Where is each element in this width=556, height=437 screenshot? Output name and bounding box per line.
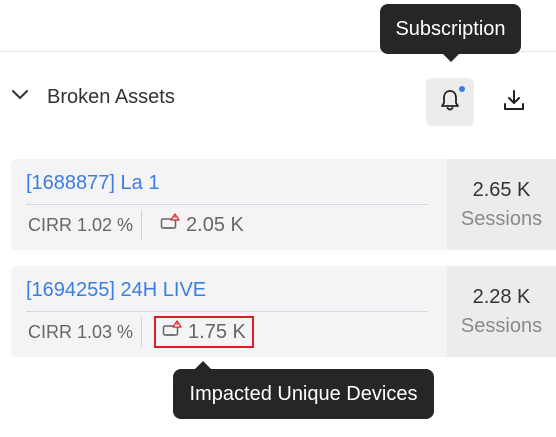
tooltip-text: Impacted Unique Devices — [189, 382, 418, 405]
divider — [26, 204, 428, 205]
download-icon — [502, 88, 526, 117]
divider — [141, 210, 143, 240]
sessions-value: 2.28 K — [472, 285, 531, 308]
device-alert-icon — [160, 213, 180, 237]
sessions-panel: 2.28 K Sessions — [447, 266, 556, 357]
notification-dot — [459, 86, 465, 92]
asset-name-link[interactable]: [1694255] 24H LIVE — [26, 279, 206, 302]
divider — [141, 317, 143, 347]
impacted-devices[interactable]: 2.05 K — [154, 211, 250, 239]
sessions-panel: 2.65 K Sessions — [447, 159, 556, 250]
cirr-value: CIRR 1.02 % — [28, 214, 134, 235]
device-alert-icon — [162, 320, 182, 344]
impacted-devices[interactable]: 1.75 K — [154, 316, 254, 348]
sessions-value: 2.65 K — [472, 178, 531, 201]
cirr-value: CIRR 1.03 % — [28, 321, 134, 342]
asset-name-link[interactable]: [1688877] La 1 — [26, 172, 159, 195]
asset-card[interactable]: [1688877] La 1 CIRR 1.02 % 2.05 K 2.65 K… — [11, 159, 556, 250]
asset-metrics: CIRR 1.02 % 2.05 K — [28, 207, 250, 243]
asset-card[interactable]: [1694255] 24H LIVE CIRR 1.03 % 1.75 K 2.… — [11, 266, 556, 357]
impacted-devices-value: 1.75 K — [188, 320, 246, 343]
impacted-devices-value: 2.05 K — [186, 213, 244, 236]
tooltip-text: Subscription — [395, 17, 506, 40]
asset-metrics: CIRR 1.03 % 1.75 K — [28, 314, 254, 350]
subscription-tooltip: Subscription — [380, 4, 521, 62]
section-header: Broken Assets — [0, 78, 556, 126]
chevron-down-icon[interactable] — [11, 86, 29, 104]
impacted-devices-tooltip: Impacted Unique Devices — [173, 361, 434, 419]
download-button[interactable] — [490, 78, 538, 126]
divider — [26, 311, 428, 312]
asset-card-main: [1694255] 24H LIVE CIRR 1.03 % 1.75 K — [11, 266, 447, 357]
sessions-label: Sessions — [460, 314, 543, 337]
bell-icon — [439, 88, 461, 117]
sessions-label: Sessions — [460, 207, 543, 230]
section-title[interactable]: Broken Assets — [47, 86, 175, 109]
subscription-button[interactable] — [426, 78, 474, 126]
asset-card-main: [1688877] La 1 CIRR 1.02 % 2.05 K — [11, 159, 447, 250]
